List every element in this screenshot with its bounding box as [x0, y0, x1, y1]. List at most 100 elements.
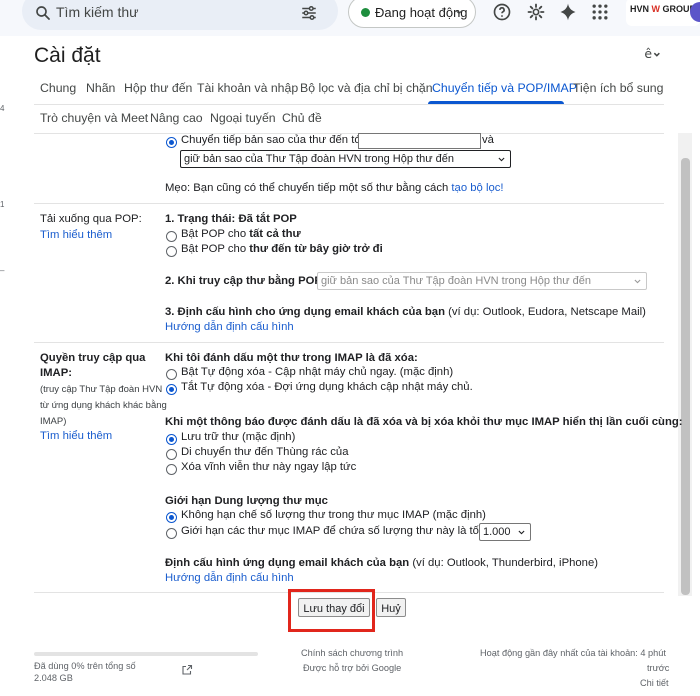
imap-trash-radio[interactable]	[166, 449, 177, 460]
chevron-down-icon	[518, 530, 525, 535]
forward-copy-radio[interactable]	[166, 137, 177, 148]
apps-grid-icon[interactable]	[590, 2, 610, 22]
imap-autoexpunge-off-radio[interactable]	[166, 384, 177, 395]
imap-autoexpunge-on-radio[interactable]	[166, 369, 177, 380]
search-input[interactable]: Tìm kiếm thư	[56, 4, 139, 20]
pop-enable-all-label: Bật POP cho tất cả thư	[181, 228, 301, 240]
imap-limit-value: 1.000	[483, 526, 511, 538]
forward-action-select[interactable]: giữ bản sao của Thư Tập đoàn HVN trong H…	[180, 150, 511, 168]
forward-tip-text: Mẹo: Bạn cũng có thể chuyển tiếp một số …	[165, 182, 449, 194]
storage-usage-bar	[34, 652, 258, 656]
pop-access-heading: 2. Khi truy cập thư bằng POP	[165, 275, 322, 287]
imap-no-limit-radio[interactable]	[166, 512, 177, 523]
pop-status-heading: 1. Trạng thái: Đã tắt POP	[165, 213, 297, 225]
left-mark: 1	[0, 200, 5, 209]
forward-copy-label: Chuyển tiếp bản sao của thư đến tới	[181, 134, 365, 146]
left-mark: 4	[0, 104, 5, 113]
status-selector[interactable]: Đang hoạt động	[348, 0, 476, 28]
tab-forwarding-pop-imap[interactable]: Chuyển tiếp và POP/IMAP	[432, 81, 577, 95]
brand-prefix: HVN	[630, 4, 650, 14]
tab-labels[interactable]: Nhãn	[86, 81, 115, 95]
svg-text:ê: ê	[644, 46, 652, 61]
tab-chat-meet[interactable]: Trò chuyện và Meet	[40, 111, 148, 125]
pop-config-example: (ví dụ: Outlook, Eudora, Netscape Mail)	[448, 306, 646, 318]
imap-limit-radio[interactable]	[166, 528, 177, 539]
section-divider	[34, 342, 664, 343]
tab-themes[interactable]: Chủ đề	[282, 111, 322, 125]
search-options-icon[interactable]	[300, 4, 318, 22]
gear-icon[interactable]	[526, 2, 546, 22]
pop-section-label: Tải xuống qua POP:	[40, 213, 142, 225]
imap-expunge-heading: Khi một thông báo được đánh dấu là đã xó…	[165, 416, 683, 428]
left-edge-marks: 4 1 –	[0, 0, 6, 696]
pop-enable-all-radio[interactable]	[166, 231, 177, 242]
imap-client-line: Định cấu hình ứng dụng email khách của b…	[165, 557, 598, 569]
last-activity-text: Hoạt động gần đây nhất của tài khoản: 4 …	[480, 648, 666, 658]
tab-advanced[interactable]: Nâng cao	[150, 111, 203, 125]
imap-autoexpunge-off-label: Tắt Tự động xóa - Đợi ứng dụng khách cập…	[181, 381, 473, 393]
search-icon[interactable]	[34, 4, 52, 22]
imap-client-example: (ví dụ: Outlook, Thunderbird, iPhone)	[412, 557, 598, 569]
account-brand-logo[interactable]: HVN W GROUP	[626, 0, 700, 26]
chevron-down-icon	[634, 279, 641, 284]
program-policies-link[interactable]: Chính sách chương trình	[301, 648, 403, 658]
tab-addons[interactable]: Tiện ích bổ sung	[573, 81, 663, 95]
forward-address-select[interactable]	[358, 133, 481, 149]
imap-section-sub-3: IMAP)	[40, 416, 67, 427]
pop-learn-more-link[interactable]: Tìm hiểu thêm	[40, 229, 112, 241]
input-tools-icon[interactable]: ê	[641, 44, 661, 64]
pop-enable-now-label: Bật POP cho thư đến từ bây giờ trở đi	[181, 243, 383, 255]
pop-access-select[interactable]: giữ bản sao của Thư Tập đoàn HVN trong H…	[317, 272, 647, 290]
imap-limit-heading: Giới hạn Dung lượng thư mục	[165, 495, 328, 507]
scrollbar-thumb[interactable]	[681, 158, 690, 595]
imap-section-label-2: IMAP:	[40, 367, 73, 379]
last-activity-text-2: trước	[647, 663, 670, 673]
search-bar[interactable]: Tìm kiếm thư	[22, 0, 338, 30]
imap-delete-heading: Khi tôi đánh dấu một thư trong IMAP là đ…	[165, 352, 418, 364]
imap-archive-radio[interactable]	[166, 434, 177, 445]
activity-details-link[interactable]: Chi tiết	[640, 678, 669, 688]
storage-total-text: 2.048 GB	[34, 673, 73, 683]
status-dot	[361, 8, 370, 17]
imap-delete-forever-radio[interactable]	[166, 464, 177, 475]
open-external-icon[interactable]	[181, 664, 193, 676]
pop-enable-now-bold: thư đến từ bây giờ trở đi	[249, 243, 383, 255]
pop-enable-now-radio[interactable]	[166, 246, 177, 257]
imap-trash-label: Di chuyển thư đến Thùng rác của	[181, 446, 349, 458]
chevron-down-icon	[498, 157, 505, 162]
pop-access-value: giữ bản sao của Thư Tập đoàn HVN trong H…	[321, 275, 591, 287]
powered-by-google: Được hỗ trợ bởi Google	[303, 663, 402, 673]
pop-enable-now-text: Bật POP cho	[181, 243, 247, 255]
chevron-down-icon	[455, 10, 463, 15]
imap-section-sub-1: (truy cập Thư Tập đoàn HVN	[40, 384, 163, 395]
pop-config-line: 3. Định cấu hình cho ứng dụng email khác…	[165, 306, 646, 318]
imap-no-limit-label: Không hạn chế số lượng thư trong thư mục…	[181, 509, 486, 521]
tab-accounts[interactable]: Tài khoản và nhập	[197, 81, 298, 95]
left-mark: –	[0, 266, 5, 275]
gemini-sparkle-icon[interactable]	[558, 2, 578, 22]
save-button-highlight	[288, 589, 375, 632]
top-bar: Tìm kiếm thư Đang hoạt động HVN W GROUP	[0, 0, 700, 36]
imap-limit-label: Giới hạn các thư mục IMAP để chứa số lượ…	[181, 525, 498, 537]
tab-general[interactable]: Chung	[40, 81, 76, 95]
pop-config-guide-link[interactable]: Hướng dẫn định cấu hình	[165, 321, 294, 333]
tabs-divider	[34, 104, 664, 105]
imap-section-label: Quyền truy cập qua	[40, 352, 146, 364]
page-title: Cài đặt	[34, 44, 101, 67]
forward-action-value: giữ bản sao của Thư Tập đoàn HVN trong H…	[184, 153, 454, 165]
pop-config-heading: 3. Định cấu hình cho ứng dụng email khác…	[165, 306, 445, 318]
forward-and-label: và	[482, 134, 494, 146]
tab-filters[interactable]: Bộ lọc và địa chỉ bị chặn	[300, 81, 433, 95]
imap-limit-select[interactable]: 1.000	[479, 523, 531, 541]
imap-autoexpunge-on-label: Bật Tự động xóa - Cập nhật máy chủ ngay.…	[181, 366, 454, 378]
imap-config-guide-link[interactable]: Hướng dẫn định cấu hình	[165, 572, 294, 584]
cancel-button[interactable]: Huỷ	[376, 598, 406, 617]
help-icon[interactable]	[492, 2, 512, 22]
pop-enable-all-bold: tất cả thư	[249, 228, 301, 240]
imap-learn-more-link[interactable]: Tìm hiểu thêm	[40, 430, 112, 442]
create-filter-link[interactable]: tạo bộ lọc!	[451, 182, 503, 194]
tab-offline[interactable]: Ngoại tuyến	[210, 111, 276, 125]
imap-client-heading: Định cấu hình ứng dụng email khách của b…	[165, 557, 410, 569]
imap-archive-label: Lưu trữ thư (mặc định)	[181, 431, 296, 443]
tab-inbox[interactable]: Hộp thư đến	[124, 81, 192, 95]
